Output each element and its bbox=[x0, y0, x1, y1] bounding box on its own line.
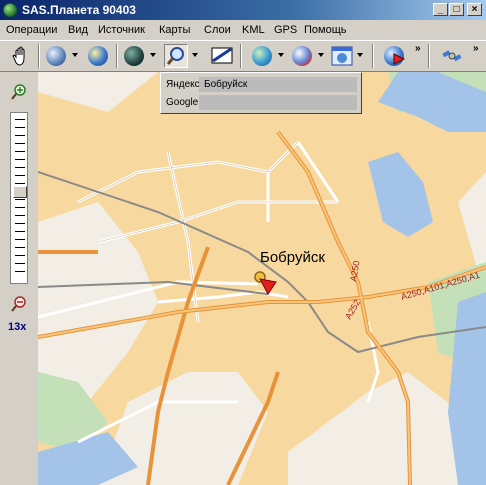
zoom-slider-thumb[interactable] bbox=[13, 186, 27, 198]
satellite-icon bbox=[442, 50, 462, 62]
hand-tool-button[interactable] bbox=[10, 44, 34, 68]
minimize-button[interactable]: _ bbox=[433, 3, 448, 16]
hand-icon bbox=[12, 46, 25, 66]
layers-globe-button[interactable] bbox=[290, 44, 314, 68]
map-canvas[interactable]: Бобруйск A250 A252 A250,A101,A250,A1 bbox=[38, 72, 486, 485]
google-search-row[interactable]: Google! bbox=[164, 94, 358, 111]
menu-bar: Операции Вид Источник Карты Слои KML GPS… bbox=[0, 21, 486, 40]
dark-globe-icon bbox=[124, 46, 144, 66]
city-label: Бобруйск bbox=[260, 249, 325, 266]
map-view[interactable]: Бобруйск A250 A252 A250,A101,A250,A1 bbox=[38, 72, 486, 485]
globe-earth-icon bbox=[252, 46, 272, 66]
red-pin-icon bbox=[393, 53, 406, 65]
search-popup: Яндекс Бобруйск Google! bbox=[160, 72, 362, 114]
toolbar-separator bbox=[428, 44, 430, 68]
slider-tick bbox=[15, 183, 25, 184]
menu-kml[interactable]: KML bbox=[242, 24, 265, 36]
chevron-down-icon[interactable] bbox=[192, 53, 198, 57]
maximize-button[interactable]: □ bbox=[449, 3, 464, 16]
menu-source[interactable]: Источник bbox=[98, 24, 145, 36]
slider-tick bbox=[15, 199, 25, 200]
globe-layers-icon bbox=[292, 46, 312, 66]
globe-map-icon bbox=[88, 46, 108, 66]
slider-tick bbox=[15, 175, 25, 176]
slider-tick bbox=[15, 143, 25, 144]
slider-tick bbox=[15, 255, 25, 256]
satellite-button[interactable] bbox=[440, 44, 464, 68]
slider-tick bbox=[15, 151, 25, 152]
yandex-label: Яндекс bbox=[166, 79, 200, 90]
zoom-slider[interactable] bbox=[10, 112, 28, 284]
slider-tick bbox=[15, 239, 25, 240]
slider-tick bbox=[15, 167, 25, 168]
chevron-down-icon[interactable] bbox=[72, 53, 78, 57]
slider-tick bbox=[15, 119, 25, 120]
window-title: SAS.Планета 90403 bbox=[22, 3, 136, 17]
satellite-globe-button[interactable] bbox=[122, 44, 146, 68]
menu-maps[interactable]: Карты bbox=[159, 24, 190, 36]
slider-tick bbox=[15, 207, 25, 208]
slider-tick bbox=[15, 271, 25, 272]
slider-tick bbox=[15, 223, 25, 224]
google-search-input[interactable] bbox=[199, 95, 357, 110]
marker-globe-button[interactable] bbox=[382, 44, 406, 68]
toolbar-overflow-icon[interactable]: » bbox=[415, 43, 421, 54]
globe-app-icon bbox=[3, 3, 17, 17]
menu-view[interactable]: Вид bbox=[68, 24, 88, 36]
chevron-down-icon[interactable] bbox=[278, 53, 284, 57]
zoom-out-button[interactable] bbox=[11, 296, 27, 312]
source-selector-button[interactable] bbox=[44, 44, 68, 68]
zoom-level-label: 13x bbox=[8, 321, 27, 333]
slider-tick bbox=[15, 215, 25, 216]
zoom-panel: 13x bbox=[0, 72, 38, 485]
zoom-in-icon bbox=[11, 84, 26, 100]
toolbar-separator bbox=[38, 44, 40, 68]
toolbar-separator bbox=[116, 44, 118, 68]
slider-tick bbox=[15, 263, 25, 264]
menu-layers[interactable]: Слои bbox=[204, 24, 231, 36]
yandex-search-row[interactable]: Яндекс Бобруйск bbox=[164, 76, 358, 93]
title-bar: SAS.Планета 90403 _ □ × bbox=[0, 0, 486, 20]
window-panel-icon bbox=[331, 46, 353, 66]
toolbar-overflow-icon[interactable]: » bbox=[473, 43, 479, 54]
screen-selection-button[interactable] bbox=[210, 44, 234, 68]
magnifier-icon bbox=[166, 47, 184, 65]
google-label: Google! bbox=[166, 97, 202, 108]
chevron-down-icon[interactable] bbox=[357, 53, 363, 57]
slider-tick bbox=[15, 135, 25, 136]
zoom-in-button[interactable] bbox=[11, 84, 27, 100]
menu-gps[interactable]: GPS bbox=[274, 24, 297, 36]
slider-tick bbox=[15, 159, 25, 160]
slider-tick bbox=[15, 231, 25, 232]
menu-operations[interactable]: Операции bbox=[6, 24, 57, 36]
map-layer-button[interactable] bbox=[86, 44, 110, 68]
toolbar-separator bbox=[240, 44, 242, 68]
close-button[interactable]: × bbox=[467, 3, 482, 16]
search-button[interactable] bbox=[164, 44, 188, 68]
menu-help[interactable]: Помощь bbox=[304, 24, 347, 36]
globe-network-icon bbox=[46, 46, 66, 66]
yandex-search-input[interactable]: Бобруйск bbox=[199, 77, 357, 92]
slider-tick bbox=[15, 127, 25, 128]
toolbar: » » bbox=[0, 40, 486, 72]
zoom-out-icon bbox=[11, 296, 26, 312]
monitor-icon bbox=[211, 47, 233, 64]
slider-tick bbox=[15, 247, 25, 248]
chevron-down-icon[interactable] bbox=[150, 53, 156, 57]
chevron-down-icon[interactable] bbox=[318, 53, 324, 57]
toolbar-separator bbox=[372, 44, 374, 68]
internet-globe-button[interactable] bbox=[250, 44, 274, 68]
gps-panel-button[interactable] bbox=[330, 44, 354, 68]
